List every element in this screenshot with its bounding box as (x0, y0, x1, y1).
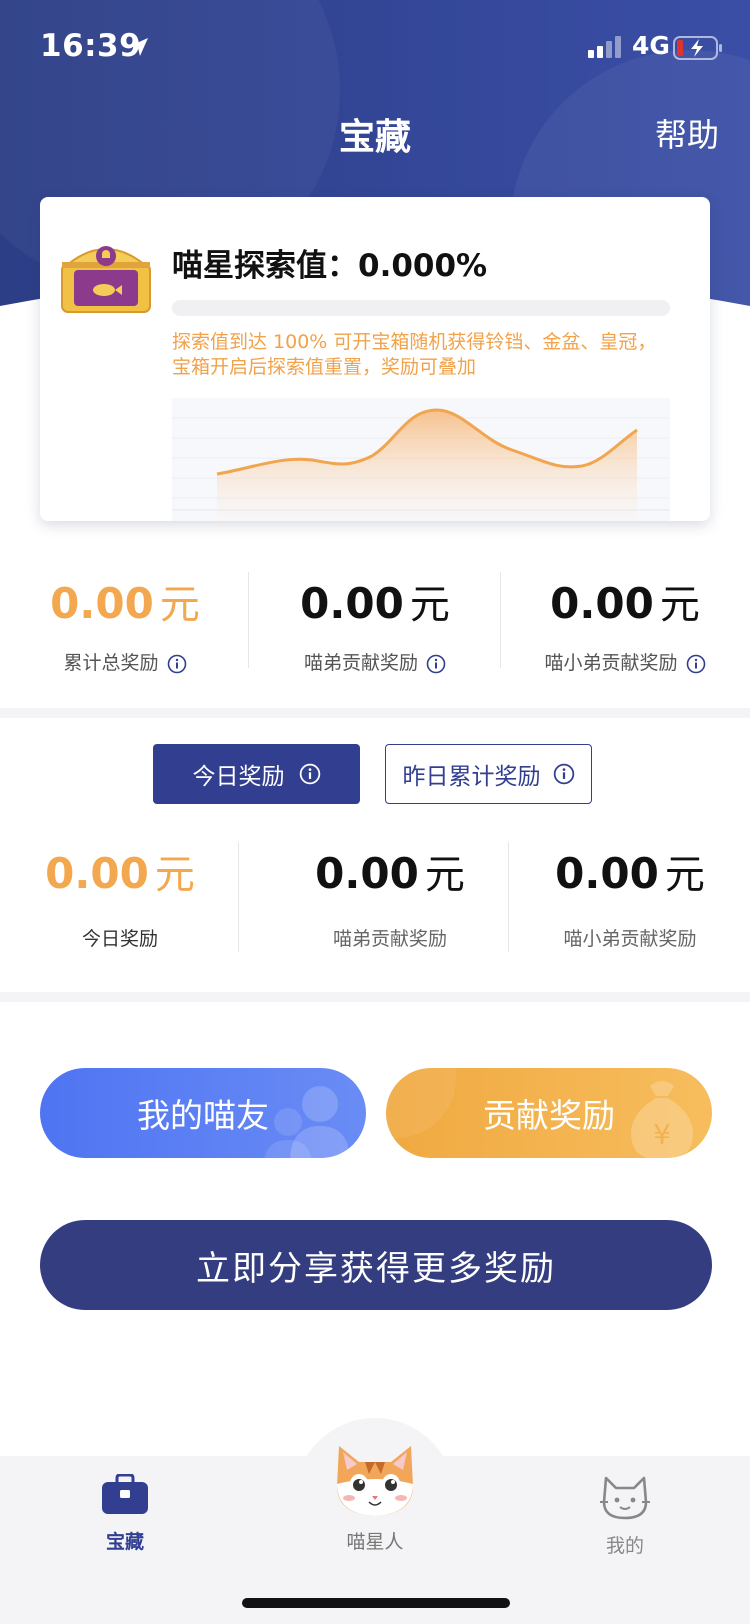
battery-icon (673, 36, 722, 60)
brother-reward-label: 喵弟贡献奖励 (303, 652, 418, 674)
tab-mine[interactable]: 我的 (560, 1474, 690, 1558)
today-little-brother-reward-stat: 0.00 元 喵小弟贡献奖励 (535, 842, 725, 951)
explore-value-label: 喵星探索值：0.000% (172, 248, 488, 284)
tab-treasure[interactable]: 宝藏 (60, 1473, 190, 1554)
share-button[interactable]: 立即分享获得更多奖励 (40, 1220, 712, 1310)
explore-description: 探索值到达 100% 可开宝箱随机获得铃铛、金盆、皇冠，宝箱开启后探索值重置，奖… (172, 331, 657, 378)
total-reward-label: 累计总奖励 (63, 652, 159, 674)
network-type: 4G (632, 31, 670, 60)
page-title: 宝藏 (338, 117, 411, 158)
divider (508, 842, 509, 952)
brother-reward-unit: 元 (409, 582, 450, 628)
today-reward-unit: 元 (154, 852, 195, 898)
tab-today-reward[interactable]: 今日奖励 (153, 744, 360, 804)
today-little-brother-reward-value: 0.00 (555, 849, 659, 898)
today-brother-reward-label: 喵弟贡献奖励 (332, 928, 447, 950)
total-reward-value: 0.00 (50, 579, 154, 628)
tab-cat-person-label: 喵星人 (346, 1531, 404, 1553)
share-button-label: 立即分享获得更多奖励 (196, 1248, 556, 1289)
today-brother-reward-unit: 元 (424, 852, 465, 898)
treasure-chest-icon (61, 246, 151, 313)
today-reward-stat: 0.00 元 今日奖励 (35, 842, 205, 951)
svg-text:¥: ¥ (653, 1118, 671, 1151)
explore-progress-bar (172, 300, 670, 316)
contribution-reward-label: 贡献奖励 (483, 1096, 615, 1135)
signal-icon (588, 36, 621, 58)
info-icon[interactable] (167, 654, 187, 674)
total-reward-stat: 0.00 元 累计总奖励 (40, 572, 210, 675)
today-reward-value: 0.00 (45, 849, 149, 898)
cat-face-icon (337, 1446, 413, 1516)
tab-treasure-label: 宝藏 (105, 1531, 144, 1553)
brother-reward-value: 0.00 (300, 579, 404, 628)
tab-today-label: 今日奖励 (192, 764, 285, 790)
tab-mine-label: 我的 (605, 1535, 644, 1557)
info-icon (553, 763, 574, 785)
little-brother-reward-stat: 0.00 元 喵小弟贡献奖励 (530, 572, 720, 675)
money-bag-icon: ¥ (631, 1081, 693, 1158)
tab-yesterday-label: 昨日累计奖励 (402, 764, 541, 790)
section-separator (0, 708, 750, 718)
little-brother-reward-label: 喵小弟贡献奖励 (544, 652, 678, 674)
my-cat-friends-button[interactable]: 我的喵友 (40, 1068, 366, 1158)
total-reward-unit: 元 (159, 582, 200, 628)
status-time: 16:39 (40, 28, 142, 64)
divider (248, 572, 249, 668)
today-reward-label: 今日奖励 (81, 928, 158, 950)
location-arrow-icon (130, 38, 148, 56)
info-icon[interactable] (686, 654, 706, 674)
little-brother-reward-value: 0.00 (550, 579, 654, 628)
explore-wave-graphic (172, 398, 670, 521)
today-little-brother-reward-unit: 元 (664, 852, 705, 898)
status-bar: 16:39 4G (0, 0, 750, 92)
contribution-reward-button[interactable]: ¥ 贡献奖励 (386, 1068, 712, 1158)
info-icon[interactable] (426, 654, 446, 674)
today-brother-reward-stat: 0.00 元 喵弟贡献奖励 (300, 842, 480, 951)
home-indicator (242, 1598, 510, 1608)
tab-yesterday-reward[interactable]: 昨日累计奖励 (385, 744, 592, 804)
briefcase-icon (102, 1473, 148, 1514)
divider (500, 572, 501, 668)
help-link[interactable]: 帮助 (655, 110, 719, 156)
section-separator (0, 992, 750, 1002)
my-cat-friends-label: 我的喵友 (137, 1096, 269, 1135)
cat-outline-icon (600, 1476, 650, 1520)
today-brother-reward-value: 0.00 (315, 849, 419, 898)
today-little-brother-reward-label: 喵小弟贡献奖励 (563, 928, 697, 950)
info-icon (299, 763, 320, 785)
divider (238, 842, 239, 952)
little-brother-reward-unit: 元 (659, 582, 700, 628)
tab-cat-person[interactable]: 喵星人 (310, 1440, 440, 1554)
brother-reward-stat: 0.00 元 喵弟贡献奖励 (285, 572, 465, 675)
